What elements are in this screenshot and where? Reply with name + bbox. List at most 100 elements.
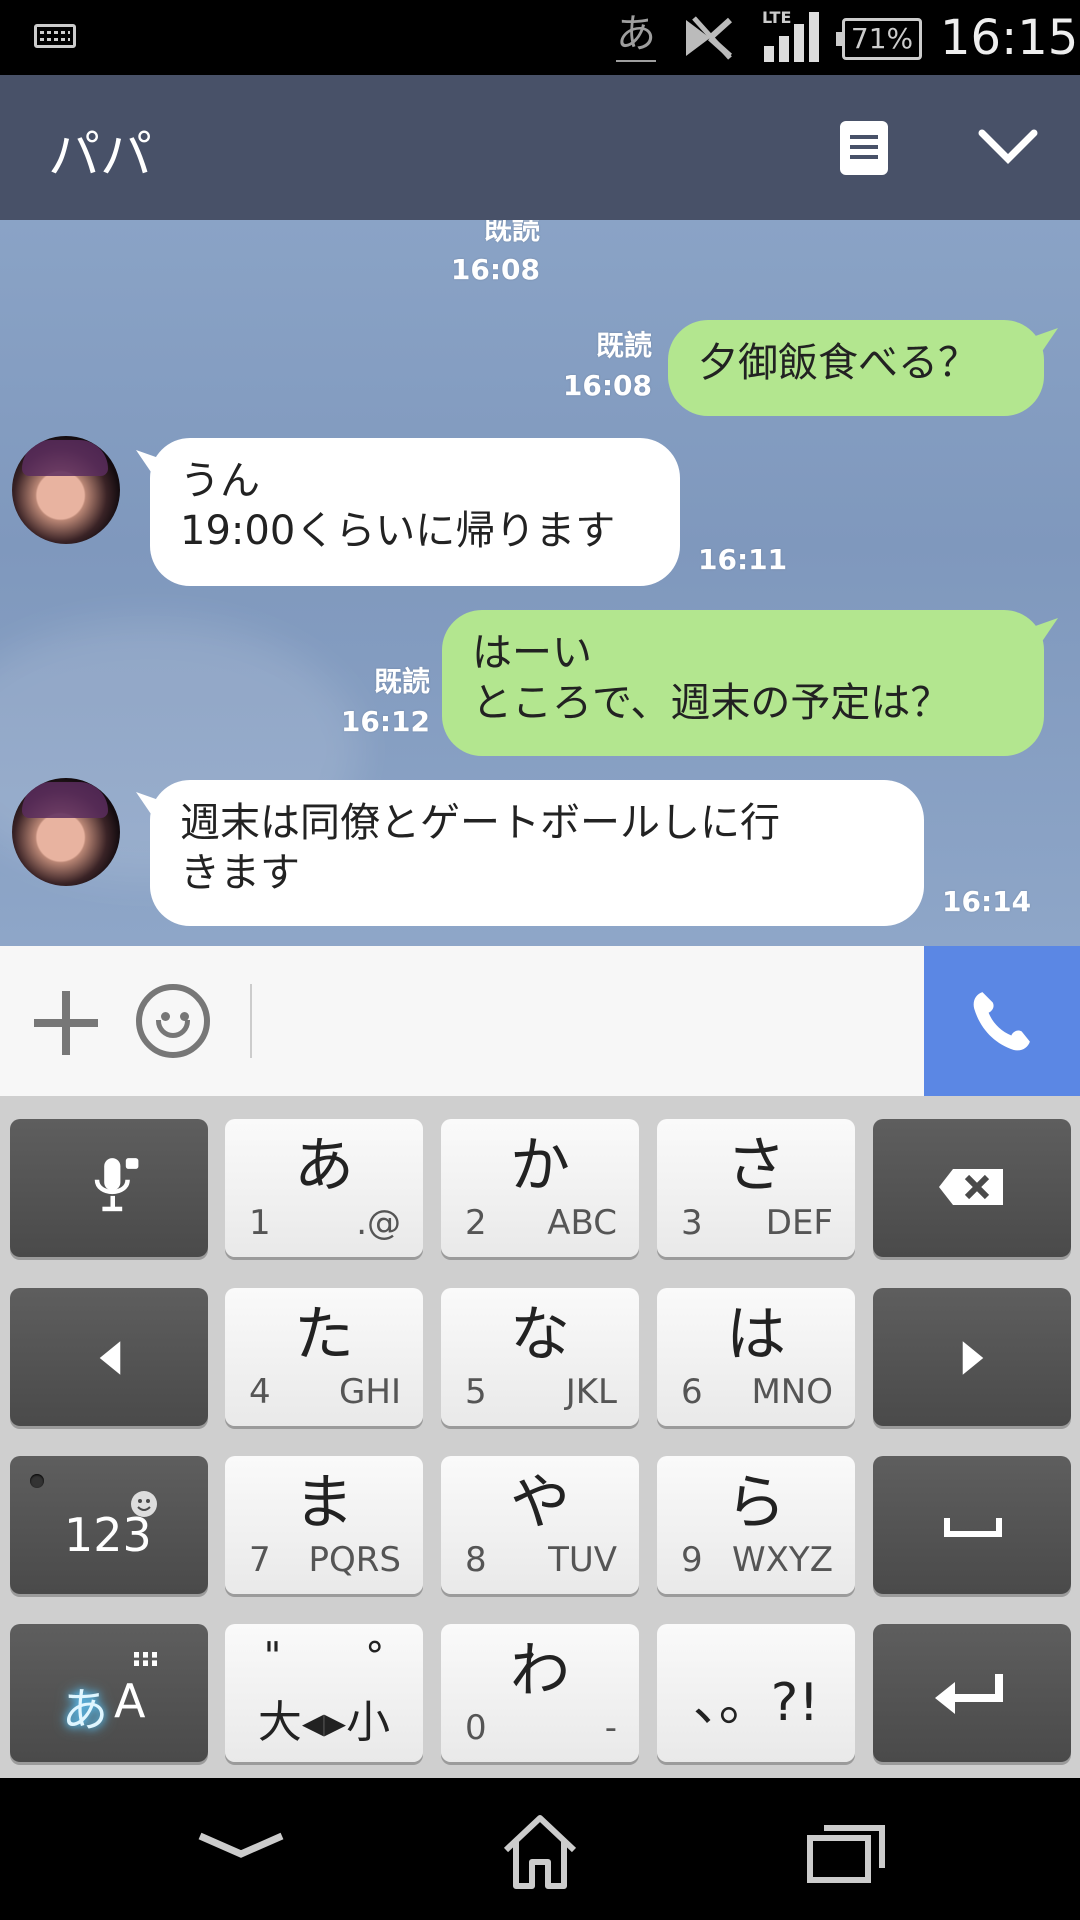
- memo-icon[interactable]: [840, 121, 888, 175]
- key-main-label: 大◂▸小: [257, 1697, 391, 1748]
- mode-kana-label: あ: [62, 1683, 108, 1737]
- call-button[interactable]: [924, 946, 1080, 1096]
- dakuten-size-key[interactable]: " ° 大◂▸小: [225, 1624, 423, 1762]
- backspace-icon: [939, 1169, 1003, 1205]
- clock: 16:15: [940, 10, 1079, 66]
- key-main-label: 、。?!: [692, 1673, 820, 1733]
- chat-area[interactable]: 既読 16:08 既読 16:08 夕御飯食べる？ うん 19:00くらいに帰り…: [0, 220, 1080, 946]
- key-number: 4: [249, 1372, 271, 1412]
- key-sub-label: MNO: [751, 1372, 833, 1412]
- message-text: うん: [180, 458, 260, 504]
- timestamp: 16:14: [942, 885, 1032, 918]
- timestamp: 16:11: [698, 543, 788, 576]
- key-wa[interactable]: わ 0 -: [441, 1624, 639, 1762]
- key-top-label: " °: [263, 1634, 421, 1678]
- key-sub-label: ABC: [547, 1203, 617, 1243]
- key-sub-label: PQRS: [308, 1540, 401, 1580]
- key-main-label: ら: [726, 1468, 786, 1538]
- battery-level: 71%: [850, 22, 914, 55]
- key-a[interactable]: あ 1 .@: [225, 1119, 423, 1257]
- message-meta: 既読 16:08: [552, 326, 652, 406]
- key-sa[interactable]: さ 3 DEF: [657, 1119, 855, 1257]
- key-sub-label: -: [604, 1708, 617, 1748]
- key-main-label: や: [510, 1468, 570, 1538]
- status-bar: あ LTE 71% 16:15: [0, 0, 1080, 75]
- key-ta[interactable]: た 4 GHI: [225, 1288, 423, 1426]
- nfc-icon: [686, 16, 733, 60]
- message-text: ところで、週末の予定は？: [472, 680, 951, 726]
- message-text: 夕御飯食べる？: [698, 340, 978, 386]
- plus-icon[interactable]: [34, 991, 98, 1055]
- avatar[interactable]: [12, 436, 120, 544]
- backspace-key[interactable]: [873, 1119, 1071, 1257]
- navigation-bar: [0, 1778, 1080, 1920]
- key-ma[interactable]: ま 7 PQRS: [225, 1456, 423, 1594]
- message-meta: 既読 16:08: [440, 220, 540, 290]
- key-main-label: あ: [294, 1131, 354, 1201]
- key-sub-label: WXYZ: [732, 1540, 833, 1580]
- keyboard-icon: [34, 24, 76, 48]
- chevron-down-icon[interactable]: [978, 125, 1038, 169]
- message-bubble-incoming[interactable]: うん 19:00くらいに帰ります: [150, 438, 680, 586]
- microphone-icon: [94, 1158, 139, 1212]
- key-sub-label: JKL: [565, 1372, 617, 1412]
- arrow-right-icon: [962, 1341, 984, 1375]
- grid-icon: [134, 1652, 158, 1666]
- ime-indicator: あ: [616, 8, 656, 62]
- key-sub-label: GHI: [339, 1372, 401, 1412]
- phone-icon: [973, 992, 1030, 1051]
- chat-title: パパ: [48, 126, 153, 186]
- enter-key[interactable]: [873, 1624, 1071, 1762]
- back-icon[interactable]: [196, 1830, 286, 1870]
- key-na[interactable]: な 5 JKL: [441, 1288, 639, 1426]
- input-divider: [250, 984, 252, 1058]
- message-bubble-incoming[interactable]: 週末は同僚とゲートボールしに行 きます: [150, 780, 924, 926]
- punctuation-key[interactable]: 、。?!: [657, 1624, 855, 1762]
- enter-icon: [935, 1674, 1003, 1714]
- key-ha[interactable]: は 6 MNO: [657, 1288, 855, 1426]
- recents-icon[interactable]: [806, 1824, 886, 1884]
- chat-header: パパ: [0, 75, 1080, 220]
- key-number: 0: [465, 1708, 487, 1748]
- read-label: 既読: [483, 220, 540, 246]
- key-main-label: ま: [294, 1468, 354, 1538]
- key-ya[interactable]: や 8 TUV: [441, 1456, 639, 1594]
- timestamp: 16:08: [450, 253, 540, 286]
- key-number: 5: [465, 1372, 487, 1412]
- input-mode-key[interactable]: あ A: [10, 1624, 208, 1762]
- emoji-icon[interactable]: [136, 984, 210, 1058]
- message-meta: 既読 16:12: [330, 662, 430, 742]
- message-text: 19:00くらいに帰ります: [180, 508, 616, 554]
- space-icon: [944, 1518, 1002, 1537]
- cursor-right-key[interactable]: [873, 1288, 1071, 1426]
- message-text: はーい: [472, 630, 592, 676]
- key-ra[interactable]: ら 9 WXYZ: [657, 1456, 855, 1594]
- message-input[interactable]: [260, 966, 910, 1076]
- key-main-label: か: [510, 1131, 570, 1201]
- symbol-number-key[interactable]: 123: [10, 1456, 208, 1594]
- key-sub-label: .@: [356, 1203, 401, 1243]
- space-key[interactable]: [873, 1456, 1071, 1594]
- key-sub-label: TUV: [548, 1540, 617, 1580]
- timestamp: 16:12: [340, 705, 430, 738]
- mode-alpha-label: A: [114, 1674, 146, 1728]
- read-label: 既読: [595, 329, 652, 362]
- message-bubble-outgoing[interactable]: はーい ところで、週末の予定は？: [442, 610, 1044, 756]
- message-text: 週末は同僚とゲートボールしに行: [180, 800, 780, 846]
- timestamp: 16:08: [562, 369, 652, 402]
- key-ka[interactable]: か 2 ABC: [441, 1119, 639, 1257]
- cursor-left-key[interactable]: [10, 1288, 208, 1426]
- key-number: 9: [681, 1540, 703, 1580]
- read-label: 既読: [373, 665, 430, 698]
- home-icon[interactable]: [500, 1812, 580, 1892]
- avatar[interactable]: [12, 778, 120, 886]
- key-number: 8: [465, 1540, 487, 1580]
- key-sub-label: DEF: [765, 1203, 833, 1243]
- arrow-left-icon: [99, 1341, 121, 1375]
- key-main-label: は: [726, 1300, 786, 1370]
- voice-input-key[interactable]: [10, 1119, 208, 1257]
- key-number: 1: [249, 1203, 271, 1243]
- message-bubble-outgoing[interactable]: 夕御飯食べる？: [668, 320, 1044, 416]
- key-number: 6: [681, 1372, 703, 1412]
- message-input-bar: [0, 946, 1080, 1096]
